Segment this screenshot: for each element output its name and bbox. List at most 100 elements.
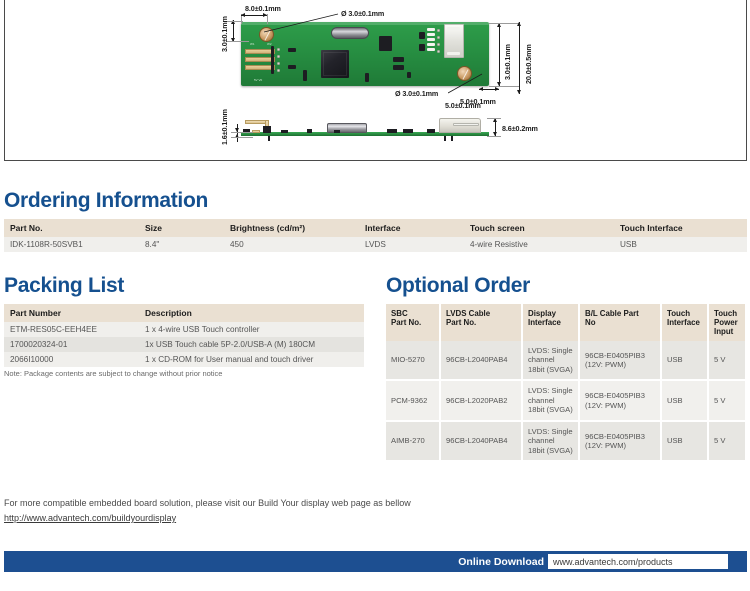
dim-ext-line [489,86,519,87]
dim-right-overall-height-label: 20.0±0.5mm [524,44,533,84]
table-cell: USB [661,420,709,463]
packing-list-note: Note: Package contents are subject to ch… [4,369,223,378]
table-cell: 1700020324-01 [4,337,139,352]
table-cell: 5 V [708,380,747,422]
table-cell: LVDS: Single channel 18bit (SVGA) [522,341,580,382]
column-header-line: Touch [714,309,738,318]
solder-pad [277,55,280,58]
dim-ext-line [231,132,253,133]
table-row: 2066I10000 1 x CD-ROM for User manual an… [4,352,364,367]
column-header-line: Part No. [391,318,422,327]
table-cell: LVDS [359,237,464,252]
main-ic-chip [321,50,349,78]
column-header: Part Number [4,304,139,322]
dim-arrow-icon [479,87,483,91]
side-oscillator [327,123,367,133]
dim-ext-line [227,21,243,22]
online-download-label: Online Download [458,555,544,568]
table-cell: USB [614,237,747,252]
table-cell: 5 V [708,341,747,382]
side-pin [451,136,453,141]
build-your-display-link[interactable]: http://www.advantech.com/buildyourdispla… [4,513,176,523]
smd-component [419,44,425,51]
pin-header-body [271,46,274,74]
dim-arrow-icon [517,22,521,26]
table-header-row: Part No. Size Brightness (cd/m²) Interfa… [4,219,747,237]
packing-list-heading: Packing List [4,274,125,297]
ordering-information-heading: Ordering Information [4,189,209,212]
footer-bar: Online Download www.advantech.com/produc… [4,551,747,572]
side-component [281,130,288,133]
column-header-line: Input [714,327,734,336]
connector-slot [447,27,460,30]
mechanical-drawing-panel: W1 W2 5V V0 8.0±0.1mm 3.0±0.1mm Ø 3.0±0.… [4,0,747,161]
dim-arrow-icon [495,87,499,91]
dim-hole-dia-bottom-label: Ø 3.0±0.1mm [395,89,439,98]
column-header-line: Part No. [446,318,477,327]
solder-pad [437,29,440,32]
table-cell: AIMB-270 [386,420,441,463]
solder-pad [277,62,280,65]
table-row: MIO-5270 96CB-L2040PAB4 LVDS: Single cha… [386,341,747,382]
table-cell: 96CB-E0405PIB3 (12V: PWM) [579,341,662,382]
dim-ext-line [231,137,253,138]
column-header: Interface [359,219,464,237]
smd-component [407,72,411,78]
dim-line [237,124,238,142]
optional-order-heading: Optional Order [386,274,530,297]
dim-ext-line [489,23,519,24]
dim-side-right-height-label: 8.6±0.2mm [502,124,538,133]
column-header: Touch Power Input [708,304,747,341]
ordering-information-table: Part No. Size Brightness (cd/m²) Interfa… [4,219,747,252]
solder-pad [277,48,280,51]
solder-pad [277,69,280,72]
dim-hole-dia-top-label: Ø 3.0±0.1mm [341,9,385,18]
table-row: PCM-9362 96CB-L2020PAB2 LVDS: Single cha… [386,380,747,422]
dim-arrow-icon [517,90,521,94]
build-your-display-text: For more compatible embedded board solut… [4,498,411,508]
column-header: B/L Cable Part No [579,304,662,341]
table-cell: LVDS: Single channel 18bit (SVGA) [522,380,580,422]
packing-list-table: Part Number Description ETM-RES05C-EEH4E… [4,304,364,367]
dim-ext-line [487,118,501,119]
column-header: SBC Part No. [386,304,441,341]
solder-pad [437,36,440,39]
table-cell: 96CB-L2020PAB2 [440,380,523,422]
connector-pad [427,48,435,51]
column-header-line: Power [714,318,738,327]
column-header-line: SBC [391,309,408,318]
solder-pad [437,50,440,53]
column-header: Description [139,304,364,322]
dim-line [519,22,520,94]
column-header-line: No [585,318,596,327]
dim-side-left-height-label: 1.6±0.1mm [220,109,229,145]
smd-component [393,57,404,62]
column-header: Touch Interface [614,219,747,237]
table-cell: 96CB-E0405PIB3 (12V: PWM) [579,420,662,463]
column-header: LVDS Cable Part No. [440,304,523,341]
smd-component [288,65,296,69]
side-component [427,129,435,133]
side-component [387,129,397,133]
table-row: ETM-RES05C-EEH4EE 1 x 4-wire USB Touch c… [4,322,364,337]
table-row: 1700020324-01 1x USB Touch cable 5P-2.0/… [4,337,364,352]
dim-line [499,23,500,86]
table-cell: USB [661,341,709,382]
table-cell: 2066I10000 [4,352,139,367]
column-header: Display Interface [522,304,580,341]
dim-right-inner-height-label: 3.0±0.1mm [503,44,512,80]
online-download-url[interactable]: www.advantech.com/products [548,554,728,569]
table-row: IDK-1108R-50SVB1 8.4" 450 LVDS 4-wire Re… [4,237,747,252]
table-cell: PCM-9362 [386,380,441,422]
side-component [403,129,413,133]
silkscreen-label: 5V V0 [254,78,263,82]
table-cell: 4-wire Resistive [464,237,614,252]
dim-side-top-width-label: 5.0±0.1mm [445,101,481,110]
column-header-line: Interface [528,318,561,327]
table-cell: 96CB-E0405PIB3 (12V: PWM) [579,380,662,422]
column-header: Part No. [4,219,139,237]
table-cell: 1 x 4-wire USB Touch controller [139,322,364,337]
smd-component [303,70,307,81]
dim-ext-line [487,136,501,137]
table-cell: 450 [224,237,359,252]
